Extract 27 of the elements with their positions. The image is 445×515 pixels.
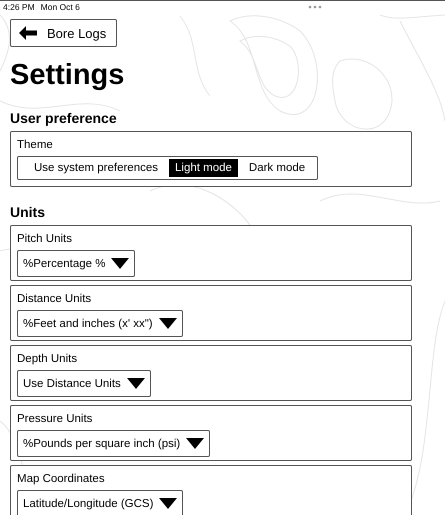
back-button[interactable]: Bore Logs xyxy=(10,19,118,47)
caret-icon xyxy=(111,258,130,269)
caret-icon xyxy=(158,318,177,329)
back-arrow-icon xyxy=(19,26,37,40)
dropdown[interactable]: Use Distance Units xyxy=(17,370,151,397)
theme-option[interactable]: Use system preferences xyxy=(28,159,164,177)
setting-label: Distance Units xyxy=(17,292,92,307)
status-date: Mon Oct 6 xyxy=(40,2,80,12)
dropdown[interactable]: Latitude/Longitude (GCS) xyxy=(17,490,184,515)
setting-label: Depth Units xyxy=(17,352,78,367)
status-time: 4:26 PM xyxy=(3,2,35,12)
section-heading: User preference xyxy=(10,109,118,127)
setting-label: Pressure Units xyxy=(17,412,94,427)
section-heading: Units xyxy=(10,203,46,221)
setting-label: Pitch Units xyxy=(17,232,73,247)
page-title: Settings xyxy=(10,58,126,93)
caret-icon xyxy=(159,498,178,509)
setting-label: Theme xyxy=(17,138,54,153)
caret-icon xyxy=(186,438,204,449)
caret-icon xyxy=(126,378,145,389)
dropdown[interactable]: %Percentage % xyxy=(17,250,136,277)
theme-option[interactable]: Dark mode xyxy=(242,159,312,177)
dropdown[interactable]: %Feet and inches (x' xx") xyxy=(17,310,183,337)
setting-label: Map Coordinates xyxy=(17,472,106,487)
theme-option[interactable]: Light mode xyxy=(169,159,238,177)
more-icon[interactable] xyxy=(308,5,322,9)
dropdown[interactable]: %Pounds per square inch (psi) xyxy=(17,430,210,457)
